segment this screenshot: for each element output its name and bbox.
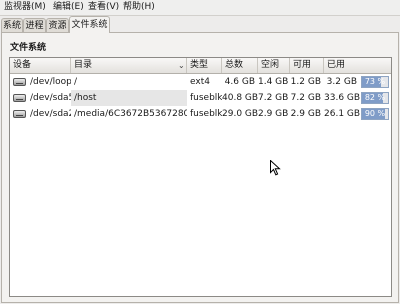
column-header-total[interactable]: 总数 bbox=[222, 58, 258, 73]
type-cell: fuseblk bbox=[190, 93, 222, 103]
available-cell: 7.2 GB bbox=[290, 93, 321, 103]
used-cell: 26.1 GB bbox=[324, 109, 360, 119]
table-header: 设备 目录 ⌄ 类型 总数 空闲 可用 已用 bbox=[10, 58, 391, 74]
drive-icon bbox=[13, 78, 26, 86]
directory-cell: / bbox=[74, 77, 78, 87]
available-cell: 2.9 GB bbox=[290, 109, 321, 119]
total-cell: 29.0 GB bbox=[222, 109, 258, 119]
tab-resources[interactable]: 资源 bbox=[46, 18, 69, 32]
drive-icon bbox=[13, 110, 26, 118]
usage-percent-label: 90 % bbox=[364, 109, 386, 118]
menu-bar: 监视器(M) 编辑(E) 查看(V) 帮助(H) bbox=[0, 0, 400, 16]
menu-help[interactable]: 帮助(H) bbox=[122, 1, 156, 14]
menu-view[interactable]: 查看(V) bbox=[87, 1, 120, 14]
device-name: /dev/sda2 bbox=[30, 109, 71, 119]
tab-processes[interactable]: 进程 bbox=[23, 18, 46, 32]
usage-percent-label: 82 % bbox=[364, 93, 386, 102]
column-header-free[interactable]: 空闲 bbox=[258, 58, 290, 73]
menu-monitor[interactable]: 监视器(M) bbox=[3, 1, 47, 14]
file-systems-panel: 文件系统 设备 目录 ⌄ 类型 总数 空闲 可用 已用 /dev/loop0 /… bbox=[1, 32, 399, 303]
device-cell: /dev/loop0 bbox=[10, 74, 71, 90]
table-row[interactable]: /dev/sda2 /media/6C3672B53672803E fusebl… bbox=[10, 106, 391, 122]
column-header-type[interactable]: 类型 bbox=[187, 58, 222, 73]
used-cell: 33.6 GB bbox=[324, 93, 360, 103]
chevron-down-icon: ⌄ bbox=[178, 61, 185, 70]
usage-progress-bar: 73 % bbox=[361, 76, 389, 88]
column-header-device[interactable]: 设备 bbox=[10, 58, 71, 73]
device-name: /dev/loop0 bbox=[30, 77, 71, 87]
mouse-pointer-icon bbox=[270, 160, 281, 176]
type-cell: ext4 bbox=[190, 77, 210, 87]
column-header-directory[interactable]: 目录 bbox=[71, 58, 187, 73]
device-cell: /dev/sda5 bbox=[10, 90, 71, 106]
used-cell: 3.2 GB bbox=[326, 77, 357, 87]
total-cell: 4.6 GB bbox=[224, 77, 255, 87]
column-header-used[interactable]: 已用 bbox=[324, 58, 391, 73]
file-systems-table: 设备 目录 ⌄ 类型 总数 空闲 可用 已用 /dev/loop0 / ext4… bbox=[9, 57, 392, 297]
usage-progress-bar: 82 % bbox=[361, 92, 389, 104]
directory-cell: /host bbox=[71, 90, 187, 106]
tab-strip: 系统 进程 资源 文件系统 bbox=[0, 16, 400, 33]
device-name: /dev/sda5 bbox=[30, 93, 71, 103]
free-cell: 7.2 GB bbox=[258, 93, 289, 103]
tab-system[interactable]: 系统 bbox=[1, 18, 23, 32]
usage-percent-label: 73 % bbox=[364, 77, 386, 86]
tab-file-systems[interactable]: 文件系统 bbox=[69, 16, 110, 33]
total-cell: 40.8 GB bbox=[222, 93, 258, 103]
directory-cell: /media/6C3672B53672803E bbox=[74, 109, 187, 119]
device-cell: /dev/sda2 bbox=[10, 106, 71, 122]
table-row[interactable]: /dev/loop0 / ext4 4.6 GB 1.4 GB 1.2 GB 3… bbox=[10, 74, 391, 90]
table-row[interactable]: /dev/sda5 /host fuseblk 40.8 GB 7.2 GB 7… bbox=[10, 90, 391, 106]
free-cell: 2.9 GB bbox=[258, 109, 289, 119]
column-header-available[interactable]: 可用 bbox=[290, 58, 324, 73]
drive-icon bbox=[13, 94, 26, 102]
section-title: 文件系统 bbox=[10, 43, 47, 53]
type-cell: fuseblk bbox=[190, 109, 222, 119]
usage-progress-bar: 90 % bbox=[361, 108, 389, 120]
free-cell: 1.4 GB bbox=[258, 77, 289, 87]
available-cell: 1.2 GB bbox=[290, 77, 321, 87]
menu-edit[interactable]: 编辑(E) bbox=[52, 1, 85, 14]
